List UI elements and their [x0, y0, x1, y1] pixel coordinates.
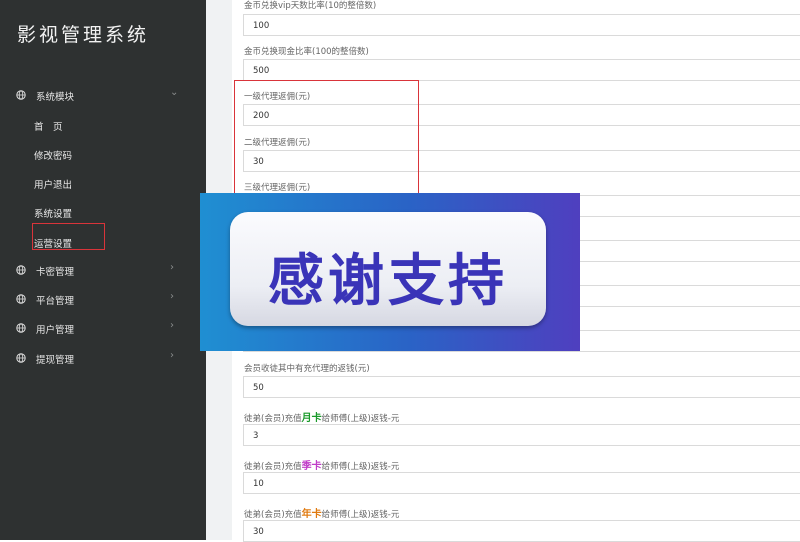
menu-group-label: 系统模块 — [36, 92, 75, 103]
thanks-banner-card: 感谢支持 — [230, 212, 546, 326]
globe-icon — [16, 323, 26, 333]
globe-icon — [16, 294, 26, 304]
globe-icon — [16, 265, 26, 275]
thanks-banner-text: 感谢支持 — [268, 249, 508, 314]
menu-group-card-management[interactable]: 卡密管理 › — [0, 258, 206, 284]
label-suffix: 给师傅(上级)返钱-元 — [321, 462, 400, 472]
chevron-right-icon: › — [170, 291, 174, 302]
field-label-member-agent-rebate: 会员收徒其中有充代理的返钱(元) — [244, 364, 370, 374]
chevron-right-icon: › — [170, 262, 174, 273]
menu-group-label: 用户管理 — [36, 325, 75, 336]
input-coin-vip-ratio[interactable]: 100 — [243, 14, 800, 36]
highlight-box-agent-commission — [234, 80, 419, 196]
field-label-year-card-rebate: 徒弟(会员)充值年卡给师傅(上级)返钱-元 — [244, 505, 399, 520]
field-label-month-card-rebate: 徒弟(会员)充值月卡给师傅(上级)返钱-元 — [244, 409, 399, 424]
label-prefix: 徒弟(会员)充值 — [244, 510, 302, 520]
menu-group-system-module[interactable]: 系统模块 ⌄ — [0, 83, 206, 109]
menu-group-platform-management[interactable]: 平台管理 › — [0, 287, 206, 313]
highlight-box-operation-settings — [32, 223, 105, 250]
sidebar-item-logout[interactable]: 用户退出 — [34, 177, 72, 191]
globe-icon — [16, 90, 26, 100]
menu-group-user-management[interactable]: 用户管理 › — [0, 316, 206, 342]
sidebar: 影视管理系统 系统模块 ⌄ 首 页 修改密码 用户退出 系统设置 运营设置 卡密… — [0, 0, 206, 540]
sidebar-item-change-password[interactable]: 修改密码 — [34, 148, 72, 162]
input-month-card-rebate[interactable]: 3 — [243, 424, 800, 446]
input-season-card-rebate[interactable]: 10 — [243, 472, 800, 494]
menu-group-withdrawal-management[interactable]: 提现管理 › — [0, 346, 206, 372]
menu-group-label: 平台管理 — [36, 296, 75, 307]
thanks-banner: 感谢支持 — [200, 193, 580, 351]
label-suffix: 给师傅(上级)返钱-元 — [321, 414, 400, 424]
menu-group-label: 卡密管理 — [36, 267, 75, 278]
label-prefix: 徒弟(会员)充值 — [244, 462, 302, 472]
year-card-highlight: 年卡 — [301, 509, 322, 520]
input-year-card-rebate[interactable]: 30 — [243, 520, 800, 542]
app-title: 影视管理系统 — [17, 24, 150, 46]
month-card-highlight: 月卡 — [301, 413, 322, 424]
field-label-coin-cash-ratio: 金币兑换现金比率(100的整倍数) — [244, 47, 369, 57]
input-member-agent-rebate[interactable]: 50 — [243, 376, 800, 398]
input-coin-cash-ratio[interactable]: 500 — [243, 59, 800, 81]
label-prefix: 徒弟(会员)充值 — [244, 414, 302, 424]
menu-group-label: 提现管理 — [36, 355, 75, 366]
globe-icon — [16, 353, 26, 363]
sidebar-item-system-settings[interactable]: 系统设置 — [34, 206, 72, 220]
chevron-down-icon: ⌄ — [170, 87, 179, 98]
sidebar-item-home[interactable]: 首 页 — [34, 119, 63, 133]
field-label-coin-vip-ratio: 金币兑换vip天数比率(10的整倍数) — [244, 1, 377, 11]
chevron-right-icon: › — [170, 320, 174, 331]
field-label-season-card-rebate: 徒弟(会员)充值季卡给师傅(上级)返钱-元 — [244, 457, 399, 472]
chevron-right-icon: › — [170, 350, 174, 361]
label-suffix: 给师傅(上级)返钱-元 — [321, 510, 400, 520]
season-card-highlight: 季卡 — [301, 461, 322, 472]
